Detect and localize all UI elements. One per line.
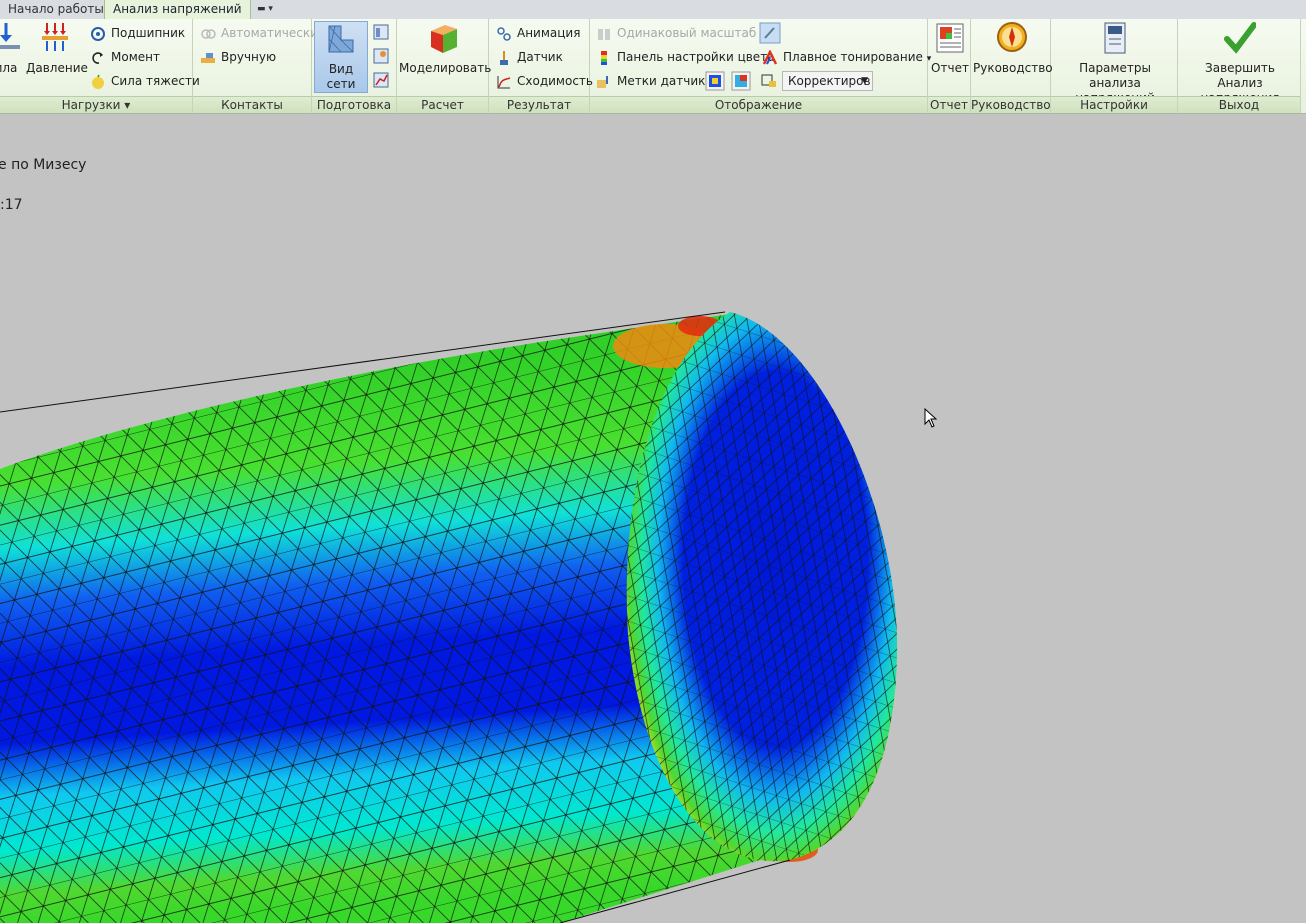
group-result: Анимация Датчик Сходимость Результат (489, 19, 593, 113)
guide-button[interactable]: Руководство (973, 21, 1053, 76)
group-label-loads[interactable]: Нагрузки ▾ (0, 96, 192, 113)
analysis-params-button[interactable]: Параметры анализа напряжений (1053, 21, 1177, 106)
same-scale-icon (598, 28, 610, 40)
report-icon (936, 23, 964, 53)
ribbon-options-button[interactable]: ▬ ▾ (252, 3, 278, 15)
mesh-view-button[interactable]: Вид сети (314, 21, 368, 93)
ribbon-tab-bar: Начало работы Анализ напряжений ▬ ▾ (0, 0, 1306, 20)
group-prepare: Вид сети Подготовка (312, 19, 397, 113)
ribbon: ила Давление Подшипник Момент Сила тяжес… (0, 19, 1306, 114)
pressure-button[interactable]: Давление (26, 21, 88, 76)
bearing-icon (91, 26, 105, 41)
mouse-cursor-icon (924, 408, 938, 428)
adjust-combo[interactable]: Корректиров ▼ (782, 71, 873, 91)
graphics-viewport[interactable]: е по Мизесу :17 (0, 114, 1306, 923)
same-scale-button[interactable]: Одинаковый масштаб (596, 23, 756, 43)
tab-stress-analysis[interactable]: Анализ напряжений (104, 0, 251, 20)
group-report: Отчет Отчет (928, 19, 971, 113)
display-settings-icon[interactable] (759, 22, 781, 44)
convergence-settings-icon[interactable] (372, 71, 390, 89)
simulate-button[interactable]: Моделировать (399, 21, 491, 76)
force-icon (0, 23, 20, 49)
gravity-button[interactable]: Сила тяжести (90, 71, 200, 91)
smooth-shading-button[interactable]: Плавное тонирование ▾ (762, 47, 931, 67)
group-contacts: Автоматически Вручную Контакты (193, 19, 318, 113)
color-bar-icon (601, 50, 607, 65)
pressure-icon (42, 23, 68, 51)
apple-icon (92, 74, 104, 89)
group-label-prepare: Подготовка (312, 96, 396, 113)
simulate-cube-icon (431, 25, 457, 53)
probe-labels-icon (597, 75, 608, 88)
group-loads: ила Давление Подшипник Момент Сила тяжес… (0, 19, 200, 113)
group-label-display: Отображение (590, 96, 927, 113)
probe-icon (500, 50, 508, 65)
auto-contacts-icon (201, 28, 216, 39)
convergence-graph-icon (497, 75, 511, 88)
group-solve: Моделировать Расчет (397, 19, 491, 113)
automatic-contacts-button[interactable]: Автоматически (200, 23, 318, 43)
end-face-mesh (626, 312, 898, 862)
group-label-exit: Выход (1178, 96, 1300, 113)
moment-icon (92, 51, 103, 64)
group-label-report: Отчет (928, 96, 970, 113)
stress-model (0, 311, 898, 923)
finish-analysis-button[interactable]: Завершить Анализ напряжения (1180, 21, 1300, 106)
animation-button[interactable]: Анимация (496, 23, 580, 43)
adjust-display-icon (761, 74, 776, 87)
smooth-shading-icon (762, 49, 778, 65)
combo-arrow-icon: ▼ (861, 76, 868, 86)
report-button[interactable]: Отчет (930, 21, 970, 76)
group-label-guide: Руководство (971, 96, 1051, 113)
group-label-contacts: Контакты (193, 96, 311, 113)
group-label-solve: Расчет (397, 96, 488, 113)
animation-icon (497, 26, 511, 41)
bearing-button[interactable]: Подшипник (90, 23, 185, 43)
moment-button[interactable]: Момент (90, 47, 160, 67)
probe-labels-button[interactable]: Метки датчика (596, 71, 713, 91)
group-label-settings: Настройки (1051, 96, 1177, 113)
mesh-view-icon (328, 25, 354, 53)
group-exit: Завершить Анализ напряжения Выход (1178, 19, 1301, 113)
convergence-button[interactable]: Сходимость (496, 71, 593, 91)
group-settings: Параметры анализа напряжений Настройки (1051, 19, 1178, 113)
tab-home[interactable]: Начало работы (0, 0, 112, 19)
contour-shading-icon[interactable] (705, 71, 725, 91)
settings-panel-icon (1104, 22, 1126, 54)
no-shading-icon[interactable] (731, 71, 751, 91)
manual-contacts-icon (201, 52, 215, 63)
group-display: Одинаковый масштаб Панель настройки цвет… (590, 19, 931, 113)
checkmark-icon (1224, 22, 1257, 54)
force-button[interactable]: ила (0, 21, 24, 76)
mesh-settings-icon[interactable] (372, 23, 390, 41)
color-bar-button[interactable]: Панель настройки цвета (596, 47, 775, 67)
probe-button[interactable]: Датчик (496, 47, 563, 67)
compass-icon (997, 22, 1027, 52)
group-label-result: Результат (489, 96, 589, 113)
local-mesh-icon[interactable] (372, 47, 390, 65)
manual-contacts-button[interactable]: Вручную (200, 47, 276, 67)
group-guide: Руководство Руководство (971, 19, 1053, 113)
